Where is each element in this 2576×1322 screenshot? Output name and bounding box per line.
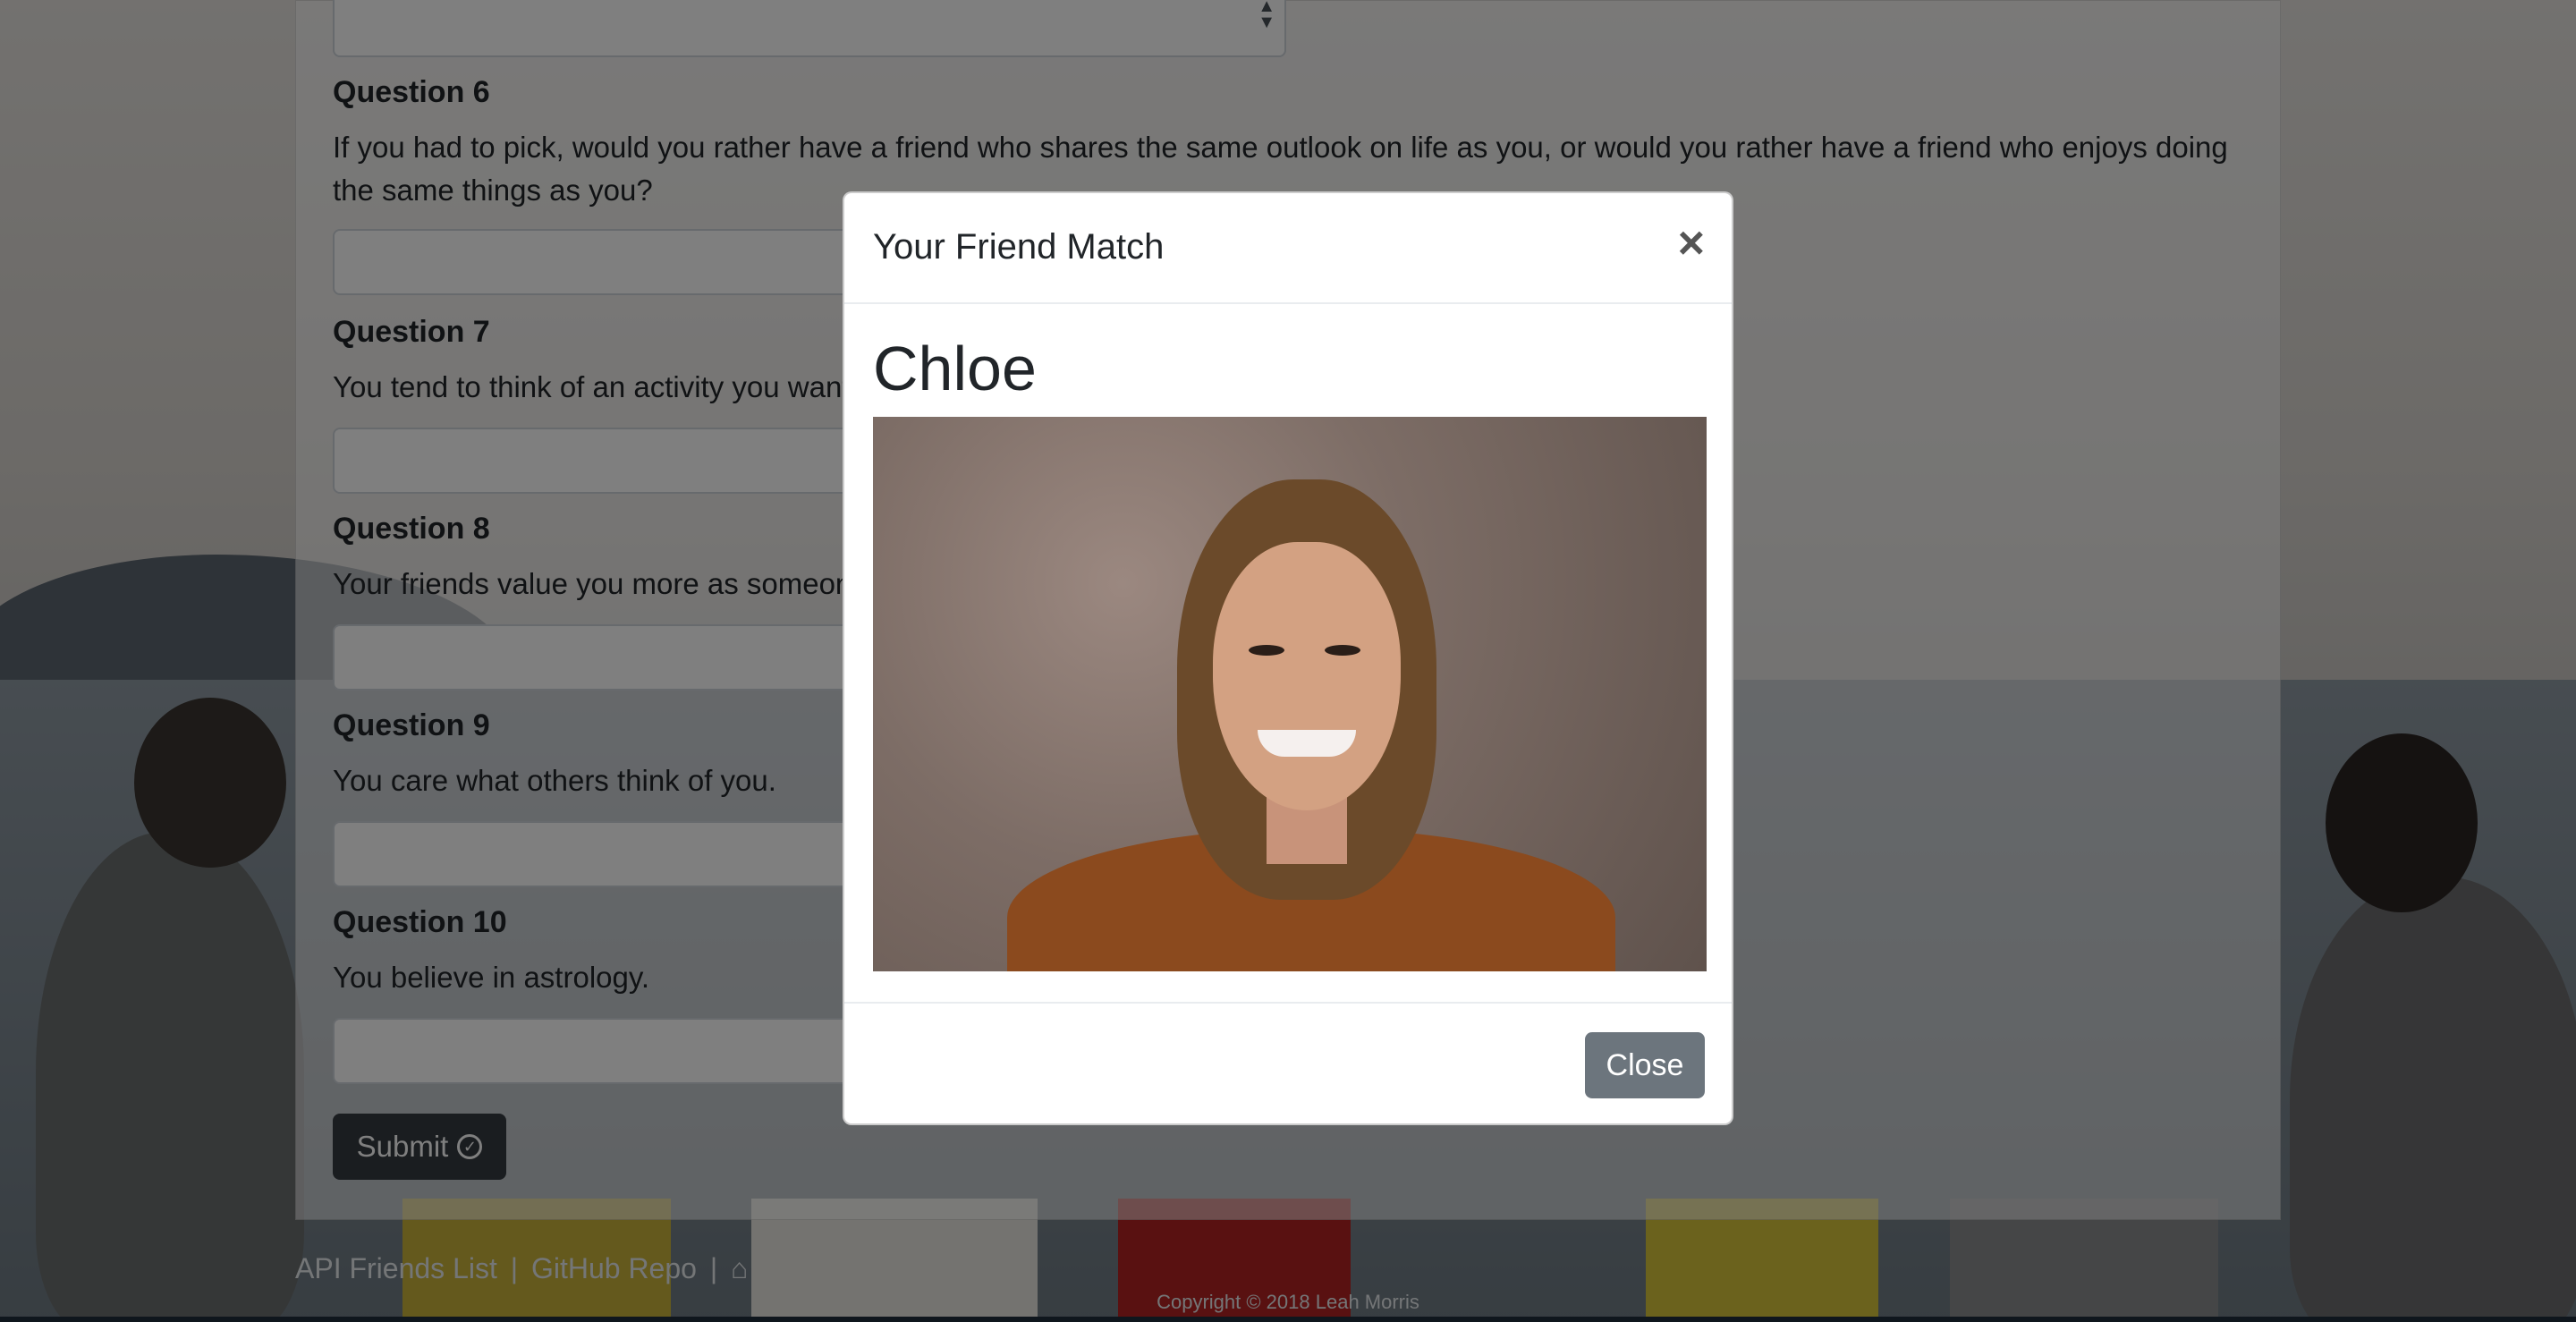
close-icon[interactable]: ×	[1678, 220, 1705, 267]
profile-photo	[873, 417, 1707, 971]
match-name: Chloe	[873, 334, 1037, 403]
photo-face	[1213, 542, 1401, 810]
friend-match-modal: Your Friend Match × Chloe Close	[843, 191, 1733, 1125]
close-button[interactable]: Close	[1585, 1032, 1705, 1098]
modal-footer: Close	[844, 1002, 1732, 1127]
photo-eye	[1325, 645, 1360, 656]
modal-header: Your Friend Match ×	[844, 193, 1732, 304]
photo-eye	[1249, 645, 1284, 656]
modal-title: Your Friend Match	[873, 227, 1165, 267]
photo-smile	[1258, 730, 1356, 757]
